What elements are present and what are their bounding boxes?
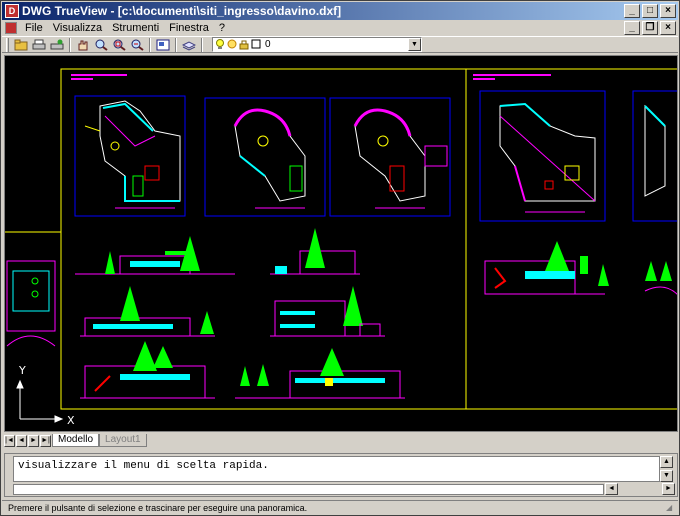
command-hscroll[interactable]: ◄ ► xyxy=(605,483,675,496)
color-icon xyxy=(251,39,261,49)
partial-plan-left xyxy=(6,260,56,347)
lock-icon xyxy=(239,40,249,50)
doc-close-button[interactable]: × xyxy=(660,20,676,35)
toolbar-separator xyxy=(69,37,71,52)
status-bar: Premere il pulsante di selezione e trasc… xyxy=(2,500,678,515)
command-vscroll[interactable]: ▲ ▼ xyxy=(660,456,673,482)
floor-plan-1 xyxy=(74,95,186,217)
scroll-right-icon[interactable]: ► xyxy=(662,483,675,495)
next-tab-button[interactable]: ► xyxy=(28,435,39,447)
drawing-canvas[interactable]: Y X xyxy=(4,55,678,432)
ucs-icon xyxy=(16,379,64,423)
app-logo-icon: D xyxy=(5,4,19,18)
publish-icon[interactable] xyxy=(49,38,65,52)
named-views-icon[interactable] xyxy=(155,38,171,52)
menu-strumenti[interactable]: Strumenti xyxy=(107,22,164,34)
elevation-8 xyxy=(235,348,405,399)
layer-dropdown[interactable]: 0 ▼ xyxy=(212,37,422,52)
sun-icon xyxy=(227,39,237,49)
menu-finestra[interactable]: Finestra xyxy=(164,22,214,34)
scroll-down-icon[interactable]: ▼ xyxy=(660,470,673,482)
zoom-realtime-icon[interactable] xyxy=(93,38,109,52)
scroll-left-icon[interactable]: ◄ xyxy=(605,483,618,495)
command-window: visualizzare il menu di scelta rapida. ▲… xyxy=(4,453,678,497)
doc-minimize-button[interactable]: _ xyxy=(624,20,640,35)
ucs-y-label: Y xyxy=(18,364,26,377)
floor-plan-4 xyxy=(479,90,606,222)
zoom-previous-icon[interactable] xyxy=(129,38,145,52)
minimize-button[interactable]: _ xyxy=(624,4,640,18)
elevation-4 xyxy=(644,261,677,295)
elevation-6 xyxy=(270,286,385,337)
chevron-down-icon[interactable]: ▼ xyxy=(408,38,421,51)
lightbulb-icon xyxy=(216,39,224,49)
status-text: Premere il pulsante di selezione e trasc… xyxy=(8,503,308,513)
menu-help[interactable]: ? xyxy=(214,22,230,34)
first-tab-button[interactable]: |◄ xyxy=(4,435,15,447)
tab-modello[interactable]: Modello xyxy=(52,434,100,447)
layer-name: 0 xyxy=(265,39,271,50)
toolbar-separator xyxy=(175,37,177,52)
command-input[interactable] xyxy=(13,484,604,495)
prev-tab-button[interactable]: ◄ xyxy=(16,435,27,447)
menu-visualizza[interactable]: Visualizza xyxy=(48,22,107,34)
document-icon[interactable] xyxy=(5,21,17,34)
elevation-2 xyxy=(270,228,360,275)
toolbar-separator xyxy=(149,37,151,52)
zoom-window-icon[interactable] xyxy=(111,38,127,52)
menu-bar: File Visualizza Strumenti Finestra ? _ ❐… xyxy=(2,20,678,35)
menu-file[interactable]: File xyxy=(20,22,48,34)
elevation-1 xyxy=(75,236,235,275)
layout-tabs-bar: |◄ ◄ ► ►| Modello Layout1 xyxy=(4,433,678,447)
print-icon[interactable] xyxy=(31,38,47,52)
resize-grip-icon[interactable]: ◢ xyxy=(666,503,676,513)
sheet-frames xyxy=(5,68,677,410)
title-bar[interactable]: D DWG TrueView - [c:\documenti\siti_ingr… xyxy=(2,2,678,20)
floor-plan-5 xyxy=(632,90,677,222)
open-icon[interactable] xyxy=(13,38,29,52)
cad-drawing: Y X xyxy=(5,68,677,427)
command-history: visualizzare il menu di scelta rapida. xyxy=(13,456,660,482)
elevation-5 xyxy=(80,286,215,337)
ucs-x-label: X xyxy=(67,414,75,427)
sheet-labels xyxy=(71,74,551,80)
floor-plan-3 xyxy=(329,97,451,217)
last-tab-button[interactable]: ►| xyxy=(40,435,51,447)
elevation-7 xyxy=(80,341,215,399)
toolbar-grip[interactable] xyxy=(6,37,9,52)
doc-restore-button[interactable]: ❐ xyxy=(642,20,658,35)
elevation-3 xyxy=(484,241,609,295)
tab-layout1[interactable]: Layout1 xyxy=(99,434,147,447)
scroll-up-icon[interactable]: ▲ xyxy=(660,456,673,468)
toolbar: 0 ▼ xyxy=(2,36,678,53)
layer-properties-icon[interactable] xyxy=(181,38,197,52)
toolbar-separator xyxy=(201,37,203,52)
pan-icon[interactable] xyxy=(75,38,91,52)
window-title: DWG TrueView - [c:\documenti\siti_ingres… xyxy=(22,4,342,18)
floor-plan-2 xyxy=(204,97,326,217)
close-button[interactable]: × xyxy=(660,4,676,18)
app-window: D DWG TrueView - [c:\documenti\siti_ingr… xyxy=(0,0,680,516)
maximize-button[interactable]: □ xyxy=(642,4,658,18)
